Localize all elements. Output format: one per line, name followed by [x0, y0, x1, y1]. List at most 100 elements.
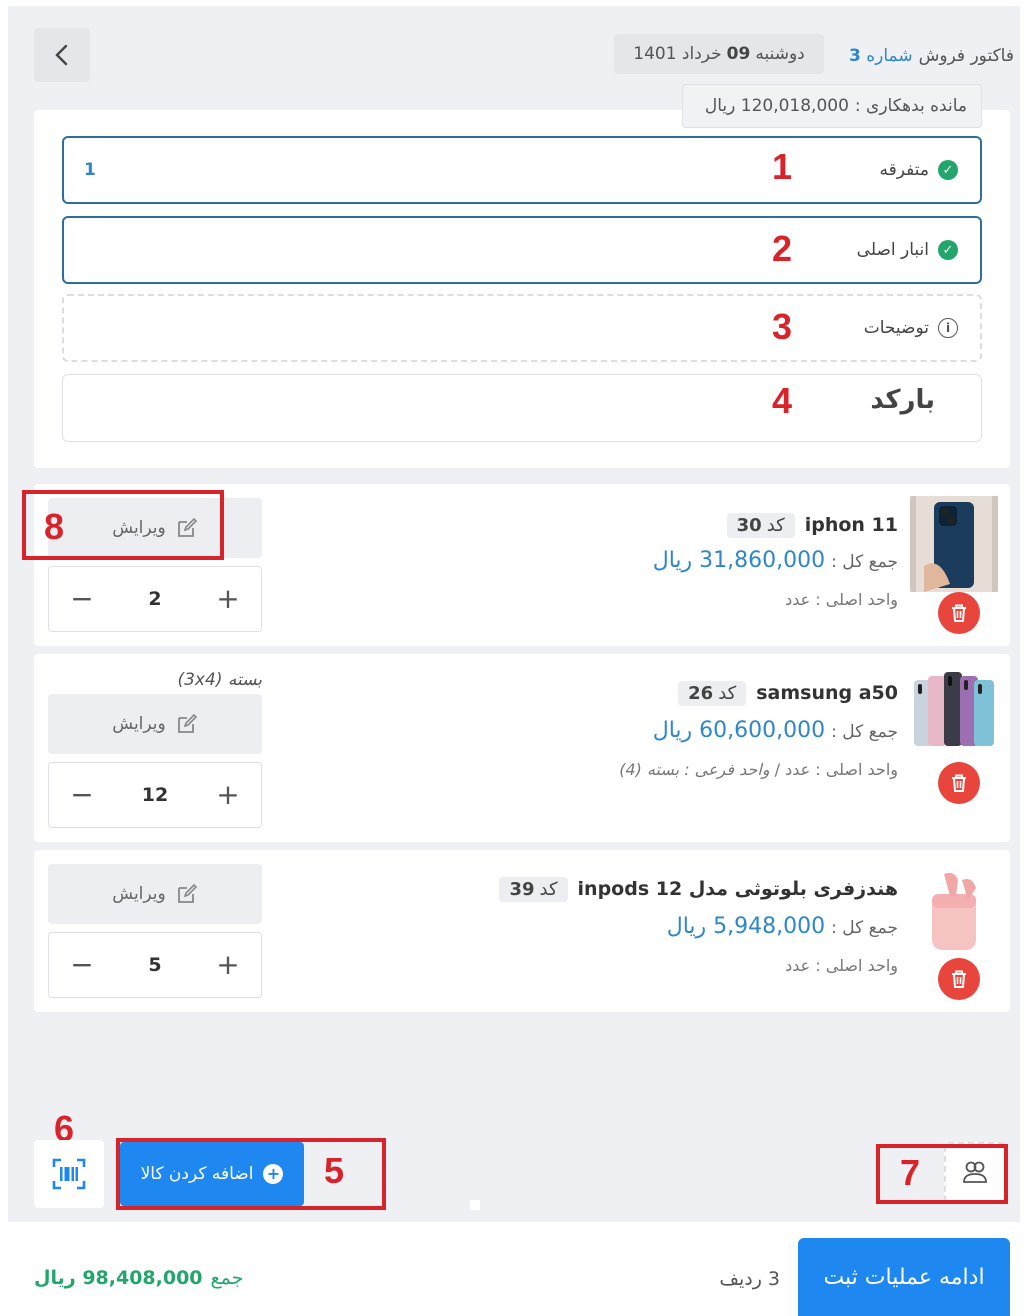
warehouse-label: انبار اصلی — [856, 240, 929, 260]
product-code-badge: کد 30 — [726, 512, 795, 538]
warehouse-label-group: ✓ انبار اصلی — [857, 218, 958, 282]
debt-label: مانده بدهکاری : — [854, 96, 967, 116]
earbuds-image — [932, 872, 976, 950]
code-label: کد — [766, 514, 785, 536]
customer-label-group: ✓ متفرقه — [880, 138, 958, 202]
annotation-7: 7 — [900, 1152, 921, 1193]
total-label: جمع کل : — [831, 552, 898, 572]
edit-icon — [177, 883, 197, 903]
customer-value: 1 — [84, 160, 96, 180]
scan-barcode-button[interactable] — [34, 1140, 104, 1208]
quantity-stepper[interactable]: − 2 + — [48, 566, 262, 632]
unit-main: واحد اصلی : عدد / — [774, 760, 898, 779]
invoice-type: فاکتور فروش — [918, 46, 1014, 66]
pack-note: بسته (3x4) — [177, 670, 262, 690]
product-name-row: samsung a50 کد 26 — [678, 676, 898, 710]
product-name: iphon 11 — [804, 514, 898, 536]
customer-label: متفرقه — [879, 160, 929, 180]
code-label: کد — [539, 878, 558, 900]
code-label: کد — [718, 682, 737, 704]
increment-button[interactable]: + — [213, 951, 243, 979]
barcode-field[interactable]: بارکد — [62, 374, 982, 442]
unit-sub: واحد فرعی : بسته (4) — [619, 760, 770, 779]
notes-label-group: i توضیحات — [864, 296, 958, 360]
quantity-value: 2 — [148, 588, 162, 610]
grand-total-value: 98,408,000 ریال — [34, 1267, 203, 1289]
annotation-1: 1 — [772, 146, 793, 187]
grand-total: جمع 98,408,000 ریال — [34, 1260, 274, 1296]
total-value: 31,860,000 ریال — [652, 548, 826, 573]
increment-button[interactable]: + — [213, 781, 243, 809]
invoice-title: فاکتور فروش شماره 3 — [832, 42, 1014, 70]
edit-icon — [177, 713, 197, 733]
continue-submit-button[interactable]: ادامه عملیات ثبت — [798, 1238, 1010, 1316]
product-name-row: هندزفری بلوتوثی مدل inpods 12 کد 39 — [499, 872, 898, 906]
notes-label: توضیحات — [863, 318, 929, 338]
trash-icon — [952, 970, 966, 988]
product-thumbnail[interactable] — [910, 496, 998, 592]
product-thumbnail[interactable] — [910, 666, 998, 752]
invoice-number-value: 3 — [848, 46, 861, 66]
check-circle-icon: ✓ — [938, 240, 958, 260]
decrement-button[interactable]: − — [67, 585, 97, 613]
debt-balance: مانده بدهکاری : 120,018,000 ریال — [682, 84, 982, 128]
edit-product-button[interactable]: ویرایش — [48, 694, 262, 754]
edit-product-button[interactable]: ویرایش — [48, 864, 262, 924]
code-value: 26 — [688, 682, 714, 704]
product-thumbnail[interactable] — [910, 866, 998, 956]
total-value: 5,948,000 ریال — [666, 914, 826, 939]
barcode-scan-icon — [52, 1158, 86, 1190]
edit-label: ویرایش — [112, 884, 166, 904]
rows-count: 3 ردیف — [680, 1262, 780, 1296]
phones-image — [914, 672, 994, 746]
rows-count-value: 3 — [767, 1268, 780, 1290]
date-weekday: دوشنبه — [755, 44, 805, 64]
product-name-row: iphon 11 کد 30 — [726, 508, 898, 542]
debt-value: 120,018,000 ریال — [704, 96, 849, 116]
check-circle-icon: ✓ — [938, 160, 958, 180]
product-name: samsung a50 — [756, 682, 898, 704]
trash-icon — [952, 604, 966, 622]
annotation-2: 2 — [772, 228, 793, 269]
quantity-stepper[interactable]: − 12 + — [48, 762, 262, 828]
total-value: 60,600,000 ریال — [652, 718, 826, 743]
annotation-box-7 — [876, 1144, 1008, 1204]
decrement-button[interactable]: − — [67, 781, 97, 809]
quantity-stepper[interactable]: − 5 + — [48, 932, 262, 998]
chevron-left-icon — [55, 44, 68, 66]
product-code-badge: کد 26 — [678, 680, 747, 706]
invoice-number-label: شماره — [866, 46, 913, 66]
phone-image — [910, 496, 998, 592]
annotation-4: 4 — [772, 380, 793, 421]
total-label: جمع کل : — [831, 722, 898, 742]
delete-product-button[interactable] — [938, 762, 980, 804]
code-value: 30 — [736, 514, 762, 536]
annotation-8: 8 — [44, 506, 65, 547]
edit-label: ویرایش — [112, 714, 166, 734]
code-value: 39 — [509, 878, 535, 900]
product-total: جمع کل : 5,948,000 ریال — [667, 914, 898, 939]
barcode-label: بارکد — [870, 385, 935, 415]
invoice-date: دوشنبه 09 خرداد 1401 — [614, 34, 824, 74]
product-total: جمع کل : 60,600,000 ریال — [653, 718, 898, 743]
date-day: 09 — [726, 44, 751, 64]
annotation-3: 3 — [772, 306, 793, 347]
invoice-number: شماره 3 — [849, 46, 913, 66]
product-unit: واحد اصلی : عدد — [785, 956, 898, 975]
back-button[interactable] — [34, 28, 90, 82]
notes-field[interactable]: i توضیحات — [62, 294, 982, 362]
product-total: جمع کل : 31,860,000 ریال — [653, 548, 898, 573]
delete-product-button[interactable] — [938, 958, 980, 1000]
customer-field[interactable]: ✓ متفرقه 1 — [62, 136, 982, 204]
product-code-badge: کد 39 — [499, 876, 568, 902]
warehouse-field[interactable]: ✓ انبار اصلی — [62, 216, 982, 284]
product-name: هندزفری بلوتوثی مدل inpods 12 — [577, 878, 898, 900]
increment-button[interactable]: + — [213, 585, 243, 613]
info-icon: i — [938, 318, 958, 338]
annotation-box-5 — [116, 1138, 386, 1210]
decrement-button[interactable]: − — [67, 951, 97, 979]
product-unit: واحد اصلی : عدد — [785, 590, 898, 609]
annotation-5: 5 — [324, 1150, 345, 1191]
delete-product-button[interactable] — [938, 592, 980, 634]
quantity-value: 5 — [148, 954, 162, 976]
